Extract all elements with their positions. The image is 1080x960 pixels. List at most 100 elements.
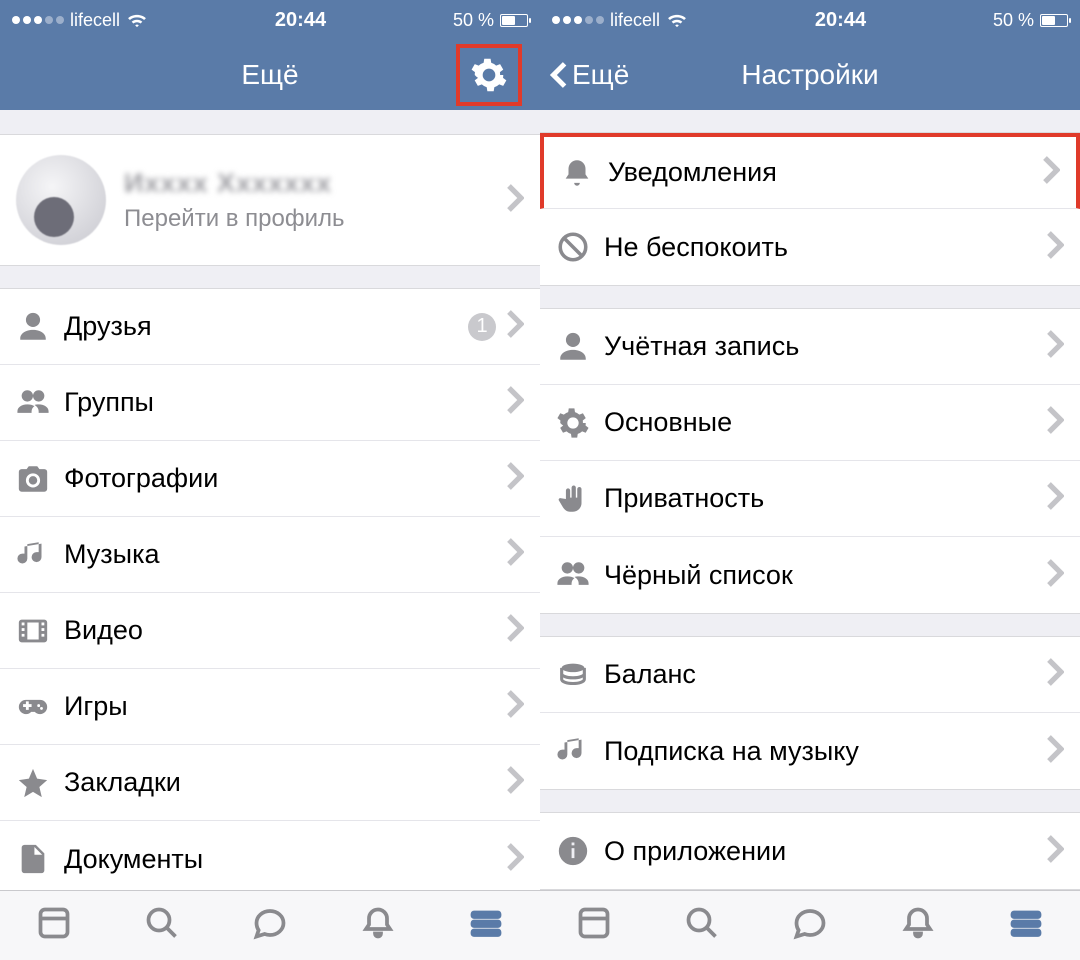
avatar [16,155,106,245]
star-icon [16,766,64,800]
menu-photos[interactable]: Фотографии [0,441,540,517]
tab-search[interactable] [144,905,180,946]
back-label: Ещё [572,59,629,91]
profile-section: Ихххх Ххххххх Перейти в профиль [0,134,540,266]
tab-more[interactable] [1008,905,1044,946]
chevron-right-icon [506,842,524,877]
tab-search[interactable] [684,905,720,946]
phone-right: lifecell 20:44 50 % Ещё Настройки Уведом… [540,0,1080,960]
profile-subtitle: Перейти в профиль [124,205,506,233]
settings-group-2: Учётная запись Основные Приватность Чёрн… [540,308,1080,614]
gear-icon [556,406,604,440]
content-right: Уведомления Не беспокоить Учётная запись… [540,110,1080,890]
battery-icon [500,14,528,27]
status-right: 50 % [453,10,528,31]
chevron-right-icon [506,689,524,724]
status-bar: lifecell 20:44 50 % [540,0,1080,40]
signal-dots-icon [12,16,64,24]
gamepad-icon [16,690,64,724]
settings-blacklist-label: Чёрный список [604,560,1046,591]
menu-games[interactable]: Игры [0,669,540,745]
chevron-right-icon [506,537,524,572]
document-icon [16,842,64,876]
menu-bookmarks-label: Закладки [64,767,506,798]
tab-notifications[interactable] [360,905,396,946]
profile-name-blurred: Ихххх Ххххххх [124,168,506,199]
battery-percent: 50 % [993,10,1034,31]
settings-blacklist[interactable]: Чёрный список [540,537,1080,613]
carrier-label: lifecell [70,10,120,31]
carrier-label: lifecell [610,10,660,31]
gear-icon [470,56,508,94]
profile-cell[interactable]: Ихххх Ххххххх Перейти в профиль [0,135,540,265]
chevron-right-icon [1046,834,1064,869]
phone-left: lifecell 20:44 50 % Ещё Ихххх Ххххххх Пе… [0,0,540,960]
chevron-right-icon [1046,734,1064,769]
nav-title: Настройки [741,59,878,91]
settings-group-4: О приложении [540,812,1080,890]
nav-header-more: Ещё [0,40,540,110]
person-icon [16,310,64,344]
tab-messages[interactable] [252,905,288,946]
tab-feed[interactable] [576,905,612,946]
friends-badge: 1 [468,313,496,341]
tab-feed[interactable] [36,905,72,946]
bell-icon [560,156,608,190]
chevron-right-icon [506,183,524,218]
nav-header-settings: Ещё Настройки [540,40,1080,110]
settings-general-label: Основные [604,407,1046,438]
settings-notifications-label: Уведомления [608,157,1042,188]
settings-account-label: Учётная запись [604,331,1046,362]
settings-balance-label: Баланс [604,659,1046,690]
settings-group-3: Баланс Подписка на музыку [540,636,1080,790]
menu-documents-label: Документы [64,844,506,875]
content-left: Ихххх Ххххххх Перейти в профиль Друзья 1… [0,110,540,890]
settings-privacy[interactable]: Приватность [540,461,1080,537]
settings-music-sub[interactable]: Подписка на музыку [540,713,1080,789]
menu-groups-label: Группы [64,387,506,418]
settings-account[interactable]: Учётная запись [540,309,1080,385]
tab-bar [0,890,540,960]
chevron-right-icon [506,385,524,420]
tab-notifications[interactable] [900,905,936,946]
menu-friends[interactable]: Друзья 1 [0,289,540,365]
chevron-right-icon [506,765,524,800]
battery-icon [1040,14,1068,27]
settings-dnd[interactable]: Не беспокоить [540,209,1080,285]
status-right: 50 % [993,10,1068,31]
chevron-right-icon [1046,405,1064,440]
menu-groups[interactable]: Группы [0,365,540,441]
status-left: lifecell [552,10,688,31]
settings-notifications[interactable]: Уведомления [540,133,1080,209]
menu-video-label: Видео [64,615,506,646]
people-icon [16,386,64,420]
settings-button[interactable] [456,44,522,106]
status-left: lifecell [12,10,148,31]
chevron-left-icon [550,61,568,89]
wifi-icon [126,12,148,28]
camera-icon [16,462,64,496]
tab-more[interactable] [468,905,504,946]
menu-music[interactable]: Музыка [0,517,540,593]
menu-video[interactable]: Видео [0,593,540,669]
back-button[interactable]: Ещё [550,59,629,91]
people-icon [556,558,604,592]
menu-music-label: Музыка [64,539,506,570]
settings-balance[interactable]: Баланс [540,637,1080,713]
status-time: 20:44 [815,9,866,32]
settings-music-sub-label: Подписка на музыку [604,736,1046,767]
battery-percent: 50 % [453,10,494,31]
settings-general[interactable]: Основные [540,385,1080,461]
settings-about[interactable]: О приложении [540,813,1080,889]
hand-icon [556,482,604,516]
settings-group-1: Уведомления Не беспокоить [540,132,1080,286]
menu-bookmarks[interactable]: Закладки [0,745,540,821]
tab-messages[interactable] [792,905,828,946]
do-not-disturb-icon [556,230,604,264]
music-note-icon [16,538,64,572]
tab-bar [540,890,1080,960]
film-icon [16,614,64,648]
menu-documents[interactable]: Документы [0,821,540,890]
menu-friends-label: Друзья [64,311,468,342]
chevron-right-icon [506,613,524,648]
